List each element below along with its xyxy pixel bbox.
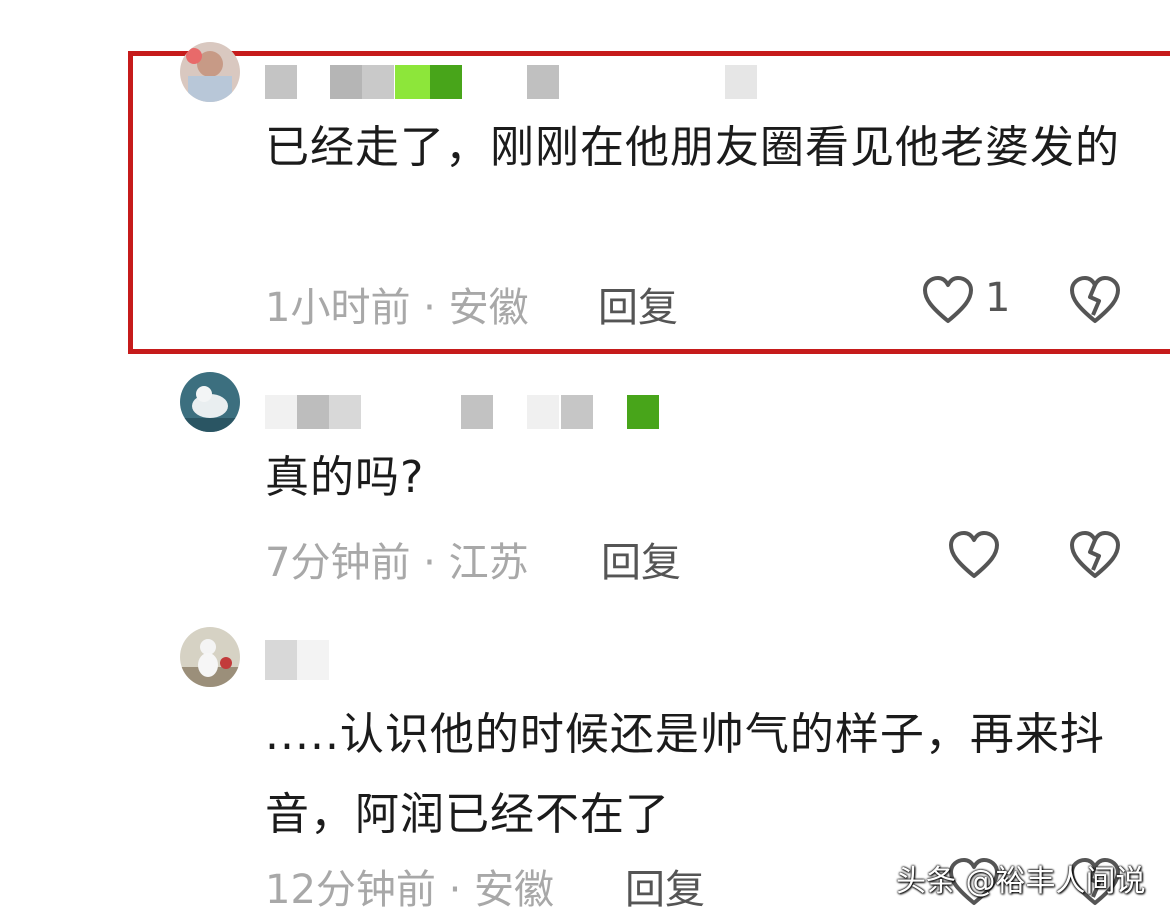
username-blurred[interactable] xyxy=(265,65,765,99)
heart-outline-icon[interactable] xyxy=(921,275,975,325)
reply-button[interactable]: 回复 xyxy=(601,530,681,588)
username-blurred[interactable] xyxy=(265,640,345,680)
avatar[interactable] xyxy=(180,372,240,432)
reply-button[interactable]: 回复 xyxy=(598,275,678,333)
heart-outline-icon[interactable] xyxy=(947,530,1001,580)
watermark: 头条 @裕丰人间说 xyxy=(896,864,1146,899)
comment-item: 已经走了，刚刚在他朋友圈看见他老婆发的 1小时前 · 安徽 回复 1 xyxy=(0,0,1170,360)
like-count: 1 xyxy=(985,275,1011,321)
comment-text: 已经走了，刚刚在他朋友圈看见他老婆发的 xyxy=(265,122,1120,173)
comment-meta: 7分钟前 · 江苏 xyxy=(265,540,529,586)
comment-meta: 12分钟前 · 安徽 xyxy=(265,867,555,913)
broken-heart-icon[interactable] xyxy=(1068,275,1122,325)
comment-text: 真的吗? xyxy=(265,452,425,503)
avatar[interactable] xyxy=(180,42,240,102)
username-blurred[interactable] xyxy=(265,395,665,429)
comment-meta: 1小时前 · 安徽 xyxy=(265,285,529,331)
comment-text: .....认识他的时候还是帅气的样子，再来抖音，阿润已经不在了 xyxy=(265,709,1105,840)
avatar[interactable] xyxy=(180,627,240,687)
reply-button[interactable]: 回复 xyxy=(625,857,705,915)
broken-heart-icon[interactable] xyxy=(1068,530,1122,580)
comment-item: 真的吗? 7分钟前 · 江苏 回复 xyxy=(0,360,1170,620)
